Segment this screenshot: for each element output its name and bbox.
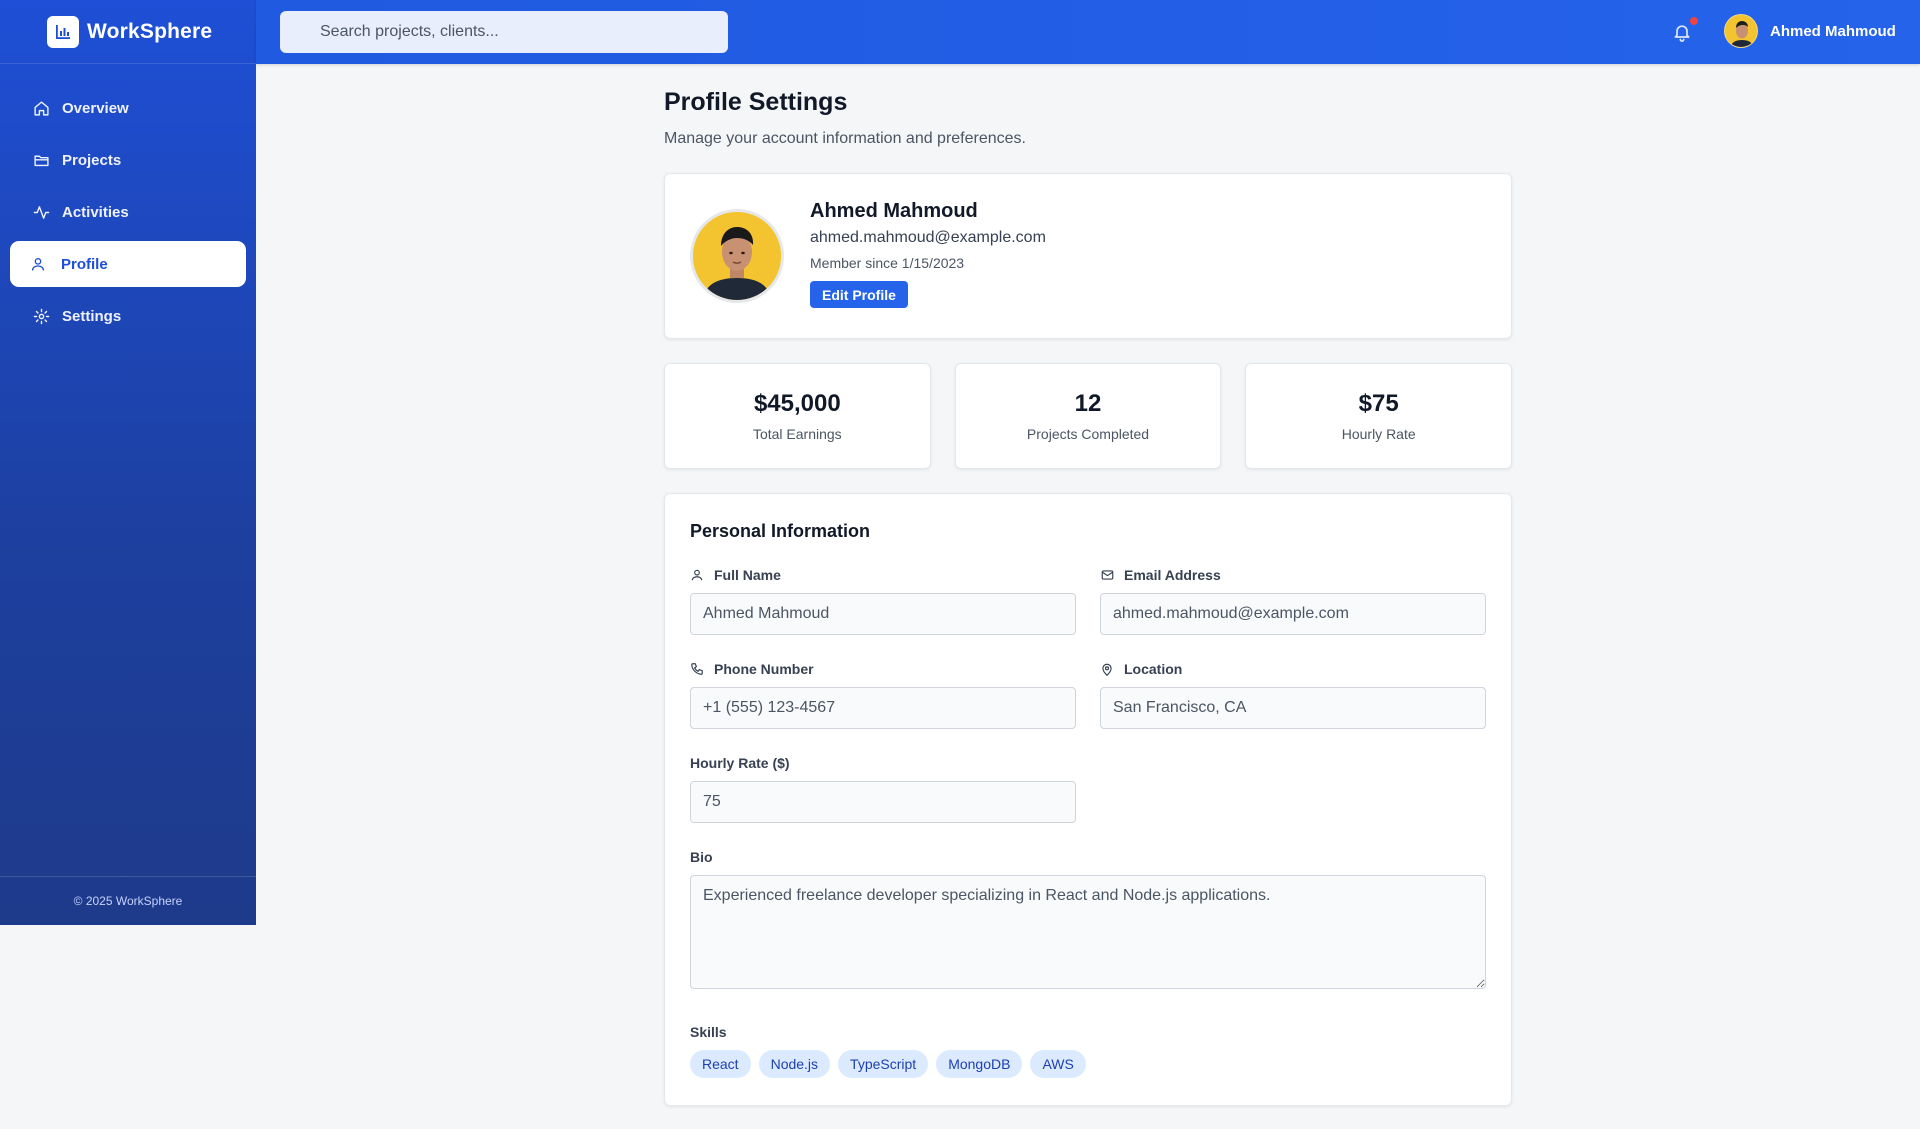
skill-tag: MongoDB	[936, 1050, 1023, 1078]
field-label-text: Full Name	[714, 567, 781, 583]
sidebar-item-profile[interactable]: Profile	[10, 241, 246, 287]
skill-tag: React	[690, 1050, 751, 1078]
stat-label: Hourly Rate	[1341, 426, 1416, 442]
bio-label: Bio	[690, 849, 713, 865]
stat-projects-completed: 12 Projects Completed	[954, 363, 1222, 469]
page-subtitle: Manage your account information and pref…	[664, 130, 1026, 147]
sidebar-item-label: Activities	[62, 203, 129, 221]
page-title: Profile Settings	[664, 88, 848, 116]
phone-field: Phone Number	[690, 659, 1076, 753]
stat-value: $45,000	[753, 390, 841, 417]
personal-info-card: Personal Information Full Name Email Add…	[664, 493, 1512, 1106]
header-user-name: Ahmed Mahmoud	[1770, 22, 1896, 40]
logo[interactable]: WorkSphere	[0, 0, 256, 64]
profile-email: ahmed.mahmoud@example.com	[810, 229, 1046, 246]
full-name-input[interactable]	[690, 593, 1076, 635]
sidebar-footer: © 2025 WorkSphere	[0, 876, 256, 925]
top-bar: Ahmed Mahmoud	[256, 0, 1920, 64]
location-label: Location	[1100, 659, 1486, 679]
skill-tag: Node.js	[758, 1050, 831, 1078]
email-label: Email Address	[1100, 565, 1486, 585]
activity-icon	[32, 203, 50, 221]
hourly-rate-input[interactable]	[690, 781, 1076, 823]
sidebar-item-label: Overview	[62, 99, 129, 117]
skills-label: Skills	[690, 1024, 727, 1040]
home-icon	[32, 99, 50, 117]
user-menu[interactable]: Ahmed Mahmoud	[1724, 14, 1896, 48]
skill-tag: TypeScript	[838, 1050, 929, 1078]
gear-icon	[32, 307, 50, 325]
sidebar-item-projects[interactable]: Projects	[10, 137, 246, 183]
field-label-text: Hourly Rate ($)	[690, 755, 790, 771]
main-content: Profile Settings Manage your account inf…	[664, 88, 1513, 1106]
member-since: Member since 1/15/2023	[810, 255, 965, 271]
field-label-text: Phone Number	[714, 661, 814, 677]
full-name-label: Full Name	[690, 565, 1076, 585]
user-icon	[29, 255, 47, 273]
sidebar-item-label: Settings	[62, 307, 122, 325]
location-field: Location	[1100, 659, 1486, 753]
sidebar-item-label: Profile	[61, 255, 108, 273]
section-title: Personal Information	[690, 521, 871, 541]
field-label-text: Location	[1124, 661, 1183, 677]
sidebar-nav: Overview Projects Activities Profile Set…	[0, 64, 256, 339]
info-form: Full Name Email Address Phone Number	[690, 565, 1486, 847]
hourly-rate-field: Hourly Rate ($)	[690, 753, 1076, 847]
email-input[interactable]	[1100, 593, 1486, 635]
bar-chart-icon	[47, 15, 79, 48]
notification-dot	[1690, 17, 1698, 25]
phone-icon	[690, 661, 706, 677]
profile-name: Ahmed Mahmoud	[810, 200, 978, 222]
avatar	[1724, 14, 1758, 48]
stat-total-earnings: $45,000 Total Earnings	[664, 363, 931, 469]
sidebar-item-activities[interactable]: Activities	[10, 189, 246, 235]
sidebar-item-settings[interactable]: Settings	[10, 293, 246, 339]
phone-input[interactable]	[690, 687, 1076, 729]
sidebar: WorkSphere Overview Projects Activities …	[0, 0, 256, 925]
app-name: WorkSphere	[87, 19, 213, 43]
profile-card: Ahmed Mahmoud ahmed.mahmoud@example.com …	[664, 173, 1512, 339]
user-icon	[690, 567, 706, 583]
folder-icon	[32, 151, 50, 169]
sidebar-item-label: Projects	[62, 151, 122, 169]
skills-list: React Node.js TypeScript MongoDB AWS	[690, 1050, 1486, 1078]
phone-label: Phone Number	[690, 659, 1076, 679]
email-field: Email Address	[1100, 565, 1486, 659]
stat-value: $75	[1358, 390, 1399, 417]
location-input[interactable]	[1100, 687, 1486, 729]
stat-hourly-rate: $75 Hourly Rate	[1245, 363, 1513, 469]
map-pin-icon	[1100, 661, 1116, 677]
bell-icon[interactable]	[1672, 21, 1692, 43]
skill-tag: AWS	[1030, 1050, 1086, 1078]
bio-textarea[interactable]: Experienced freelance developer speciali…	[690, 875, 1486, 989]
stat-label: Total Earnings	[752, 426, 842, 442]
stats-row: $45,000 Total Earnings 12 Projects Compl…	[664, 363, 1513, 469]
full-name-field: Full Name	[690, 565, 1076, 659]
edit-profile-button[interactable]: Edit Profile	[810, 281, 908, 308]
stat-value: 12	[1074, 390, 1102, 417]
profile-summary: Ahmed Mahmoud ahmed.mahmoud@example.com …	[810, 200, 1046, 308]
stat-label: Projects Completed	[1026, 426, 1150, 442]
hourly-rate-label: Hourly Rate ($)	[690, 753, 1076, 773]
mail-icon	[1100, 567, 1116, 583]
sidebar-item-overview[interactable]: Overview	[10, 85, 246, 131]
search-input[interactable]	[280, 11, 728, 53]
bio-field: Bio Experienced freelance developer spec…	[690, 847, 1486, 994]
field-label-text: Email Address	[1124, 567, 1221, 583]
avatar	[690, 209, 784, 303]
